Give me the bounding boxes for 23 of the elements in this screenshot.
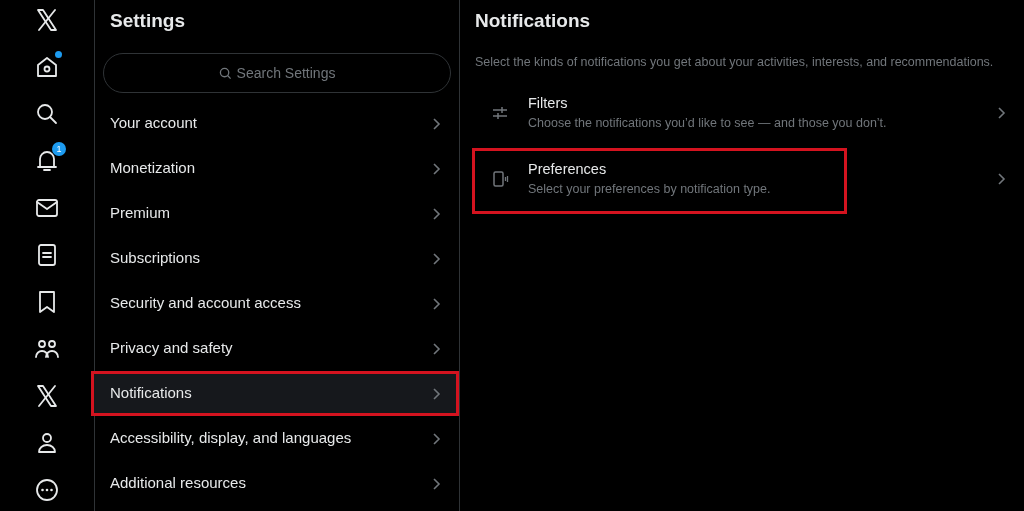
page-title: Notifications [474,9,592,33]
phone-icon [490,168,510,189]
more-icon [33,476,61,504]
search-icon [219,67,232,80]
option-title: Filters [528,93,569,113]
notification-option[interactable]: Preferences Select your preferences by notification type. [460,145,1024,212]
settings-item[interactable]: Security and account access [95,281,459,326]
settings-item[interactable]: Your account [95,101,459,146]
settings-item[interactable]: Accessibility, display, and languages [95,416,459,461]
description-text: Select the kinds of notifications you get about your activities, interests, and recommendations. [474,54,995,71]
notification-option[interactable]: Filters Choose the notifications you’d like to see — and those you don’t. [460,79,1024,146]
settings-item[interactable]: Privacy and safety [95,326,459,371]
option-title: Preferences [528,159,608,179]
page-title: Settings [109,9,186,33]
notification-count: 1 [52,142,66,156]
search-field[interactable]: Search Settings [103,53,451,93]
settings-item[interactable]: Premium [95,191,459,236]
settings-item[interactable]: Notifications [91,371,459,416]
settings-item[interactable]: Monetization [95,146,459,191]
settings-item[interactable]: Additional resources [95,461,459,506]
option-subtitle: Select your preferences by notification type. [528,181,772,199]
option-subtitle: Choose the notifications you’d like to see — and those you don’t. [528,115,888,133]
settings-item[interactable]: Subscriptions [95,236,459,281]
